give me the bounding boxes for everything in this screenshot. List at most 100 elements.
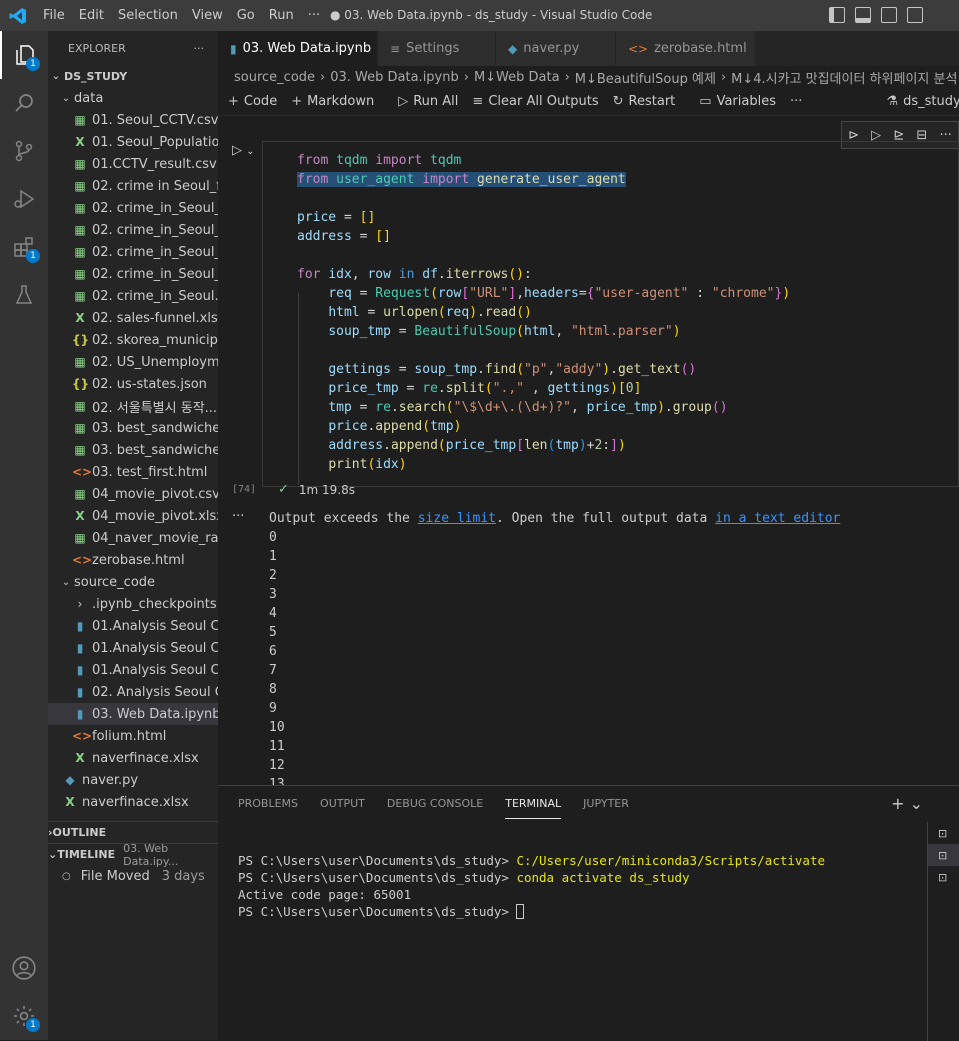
file-item[interactable]: <> zerobase.html	[48, 549, 218, 571]
tab-settings[interactable]: ≡ Settings	[378, 31, 496, 66]
file-item[interactable]: ▦ 03. best_sandwiches...	[48, 417, 218, 439]
menu-run[interactable]: Run	[262, 0, 301, 31]
tab-naver-py[interactable]: ◆ naver.py	[496, 31, 616, 66]
file-item-label: 02. crime_in_Seoul_1...	[92, 200, 218, 216]
restart-button[interactable]: ↻ Restart	[613, 94, 676, 109]
file-item[interactable]: ▦ 02. US_Unemploym...	[48, 351, 218, 373]
toggle-panel-icon[interactable]	[855, 7, 871, 23]
output-actions-button[interactable]: ···	[232, 509, 244, 524]
menu-selection[interactable]: Selection	[111, 0, 185, 31]
file-item[interactable]: <> folium.html	[48, 725, 218, 747]
menu-view[interactable]: View	[185, 0, 230, 31]
workspace-root[interactable]: ⌄ DS_STUDY	[48, 65, 218, 87]
customize-layout-icon[interactable]	[907, 7, 923, 23]
search-icon[interactable]	[0, 79, 48, 127]
timeline-file: 03. Web Data.ipy...	[123, 841, 179, 868]
extensions-icon[interactable]: 1	[0, 223, 48, 271]
file-item[interactable]: ▮ 01.Analysis Seoul CC...	[48, 615, 218, 637]
panel-tab-output[interactable]: OUTPUT	[320, 789, 365, 818]
editor-tabs: ▮ 03. Web Data.ipynb ● ≡ Settings ◆ nave…	[218, 31, 959, 66]
file-item[interactable]: ◆ naver.py	[48, 769, 218, 791]
variables-button[interactable]: ▭ Variables	[699, 94, 776, 109]
file-item[interactable]: {} 02. us-states.json	[48, 373, 218, 395]
toolbar-more-button[interactable]: ···	[790, 94, 802, 109]
file-item[interactable]: ▦ 02. crime_in_Seoul_fi...	[48, 219, 218, 241]
toggle-secondary-sidebar-icon[interactable]	[881, 7, 897, 23]
folder-data[interactable]: ⌄ data	[48, 87, 218, 109]
file-item[interactable]: X 04_movie_pivot.xlsx	[48, 505, 218, 527]
breadcrumb-item[interactable]: M↓Web Data	[474, 70, 560, 85]
file-item[interactable]: ▦ 01. Seoul_CCTV.csv	[48, 109, 218, 131]
file-item[interactable]: X 02. sales-funnel.xlsx	[48, 307, 218, 329]
file-item[interactable]: ▦ 02. 서울특별시 동작...	[48, 395, 218, 417]
file-item[interactable]: ▦ 02. crime_in_Seoul_l...	[48, 241, 218, 263]
file-item-label: 02. US_Unemploym...	[92, 354, 218, 370]
testing-flask-icon[interactable]	[0, 271, 48, 319]
add-code-cell-button[interactable]: + Code	[228, 94, 277, 109]
open-text-editor-link[interactable]: in a text editor	[715, 511, 840, 526]
file-item[interactable]: <> 03. test_first.html	[48, 461, 218, 483]
explorer-more-button[interactable]: ···	[194, 42, 205, 55]
file-item[interactable]: ▦ 02. crime_in_Seoul.csv	[48, 285, 218, 307]
tab-label: Settings	[406, 41, 460, 56]
csv-file-icon: ▦	[74, 289, 86, 303]
execution-count: [74]	[232, 484, 257, 495]
explorer-icon[interactable]: 1	[0, 31, 48, 79]
file-item[interactable]: {}02. skorea_municipa...	[48, 329, 218, 351]
breadcrumb-item[interactable]: M↓4.시카고 맛집데이터 하위페이지 분석	[731, 68, 957, 87]
output-line: 5	[269, 625, 277, 640]
file-item-label: 02. crime_in_Seoul_l...	[92, 244, 218, 260]
panel-tab-debug-console[interactable]: DEBUG CONSOLE	[387, 789, 483, 818]
tab-web-data-ipynb[interactable]: ▮ 03. Web Data.ipynb ●	[218, 31, 392, 66]
file-item[interactable]: ▦ 02. crime_in_Seoul_r...	[48, 263, 218, 285]
terminal-output[interactable]: PS C:\Users\user\Documents\ds_study> C:/…	[238, 852, 825, 920]
kernel-picker[interactable]: ⚗ ds_study (P	[886, 94, 959, 109]
menu-edit[interactable]: Edit	[72, 0, 111, 31]
file-item[interactable]: ▦ 03. best_sandwiches...	[48, 439, 218, 461]
run-all-button[interactable]: ▷ Run All	[398, 94, 458, 109]
file-item[interactable]: › .ipynb_checkpoints	[48, 593, 218, 615]
panel-tab-terminal[interactable]: TERMINAL	[505, 789, 562, 819]
folder-source-code[interactable]: ⌄ source_code	[48, 571, 218, 593]
run-debug-icon[interactable]	[0, 175, 48, 223]
file-item[interactable]: X 01. Seoul_Populatio...	[48, 131, 218, 153]
file-item[interactable]: ▦ 02. crime in Seoul_fi...	[48, 175, 218, 197]
file-item[interactable]: ▮ 02. Analysis Seoul Cr...	[48, 681, 218, 703]
file-item[interactable]: ▮ 01.Analysis Seoul CC...	[48, 659, 218, 681]
terminal-instance-icon[interactable]: ⊡	[928, 822, 959, 844]
timeline-entry[interactable]: ○ File Moved 3 days	[48, 865, 218, 887]
timeline-section[interactable]: ⌄ TIMELINE 03. Web Data.ipy...	[48, 841, 218, 868]
menu-more[interactable]: ···	[301, 0, 327, 31]
tab-zerobase-html[interactable]: <> zerobase.html	[616, 31, 756, 66]
run-cell-button[interactable]: ▷ ⌄	[232, 143, 255, 158]
terminal-instance-icon[interactable]: ⊡	[928, 844, 959, 866]
account-icon[interactable]	[0, 944, 48, 992]
new-terminal-plus-icon[interactable]: + ⌄	[891, 786, 923, 821]
size-limit-link[interactable]: size limit	[418, 511, 496, 526]
clear-outputs-button[interactable]: ≡ Clear All Outputs	[472, 94, 598, 109]
cell-code[interactable]: from tqdm import tqdm from user_agent im…	[297, 151, 790, 474]
file-item[interactable]: ▦ 01.CCTV_result.csv	[48, 153, 218, 175]
file-item[interactable]: ▦ 04_naver_movie_raw...	[48, 527, 218, 549]
file-item[interactable]: ▮ 01.Analysis Seoul CC...	[48, 637, 218, 659]
outline-section[interactable]: › OUTLINE	[48, 821, 218, 843]
settings-gear-icon[interactable]: 1	[0, 992, 48, 1040]
panel-tab-problems[interactable]: PROBLEMS	[238, 789, 298, 818]
file-item[interactable]: Xnaverfinace.xlsx	[48, 747, 218, 769]
source-control-icon[interactable]	[0, 127, 48, 175]
execution-duration: 1m 19.8s	[298, 482, 356, 497]
breadcrumb-item[interactable]: 03. Web Data.ipynb	[330, 70, 459, 85]
toggle-primary-sidebar-icon[interactable]	[829, 7, 845, 23]
add-markdown-cell-button[interactable]: + Markdown	[291, 94, 374, 109]
menu-file[interactable]: File	[36, 0, 72, 31]
file-item[interactable]: ▮ 03. Web Data.ipynb	[48, 703, 218, 725]
panel-tab-jupyter[interactable]: JUPYTER	[583, 789, 629, 818]
terminal-instance-icon[interactable]: ⊡	[928, 866, 959, 888]
breadcrumb-item[interactable]: source_code	[234, 70, 315, 85]
menu-go[interactable]: Go	[230, 0, 262, 31]
terminal-command: conda activate ds_study	[516, 870, 690, 885]
file-item[interactable]: Xnaverfinace.xlsx	[48, 791, 218, 813]
file-item[interactable]: ▦ 04_movie_pivot.csv	[48, 483, 218, 505]
breadcrumb-item[interactable]: M↓BeautifulSoup 예제	[575, 68, 716, 87]
file-item[interactable]: ▦ 02. crime_in_Seoul_1...	[48, 197, 218, 219]
